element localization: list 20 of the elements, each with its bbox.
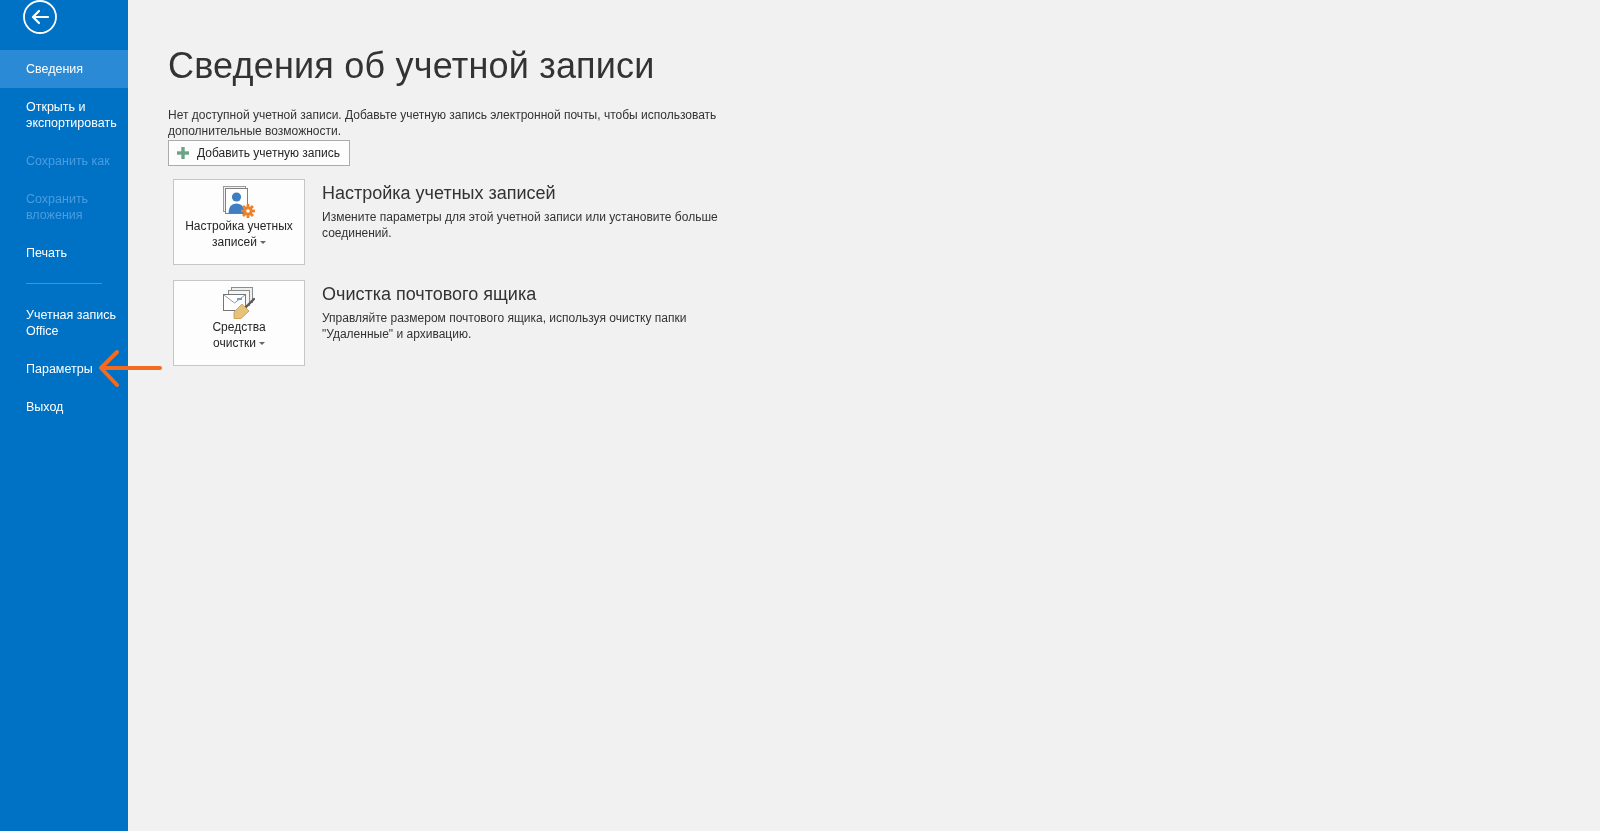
nav-item[interactable]: Учетная запись Office [0, 296, 128, 350]
section-description: Измените параметры для этой учетной записи или установите больше соединений. [322, 209, 719, 241]
person-gear-icon [223, 186, 255, 218]
section-description: Управляйте размером почтового ящика, используя очистку папки "Удаленные" и архивацию. [322, 310, 688, 342]
nav-item[interactable]: Сведения [0, 50, 128, 88]
account-settings-button[interactable]: Настройка учетных записей [173, 179, 305, 265]
nav-item[interactable]: Выход [0, 388, 128, 426]
add-account-button[interactable]: Добавить учетную запись [168, 140, 350, 166]
back-button[interactable] [23, 0, 57, 34]
plus-icon [177, 147, 189, 159]
notice-text: Нет доступной учетной записи. Добавьте учетную запись электронной почты, чтобы использовать дополнительные возможности. [168, 107, 718, 139]
envelope-broom-icon [223, 287, 255, 319]
nav-item[interactable]: Открыть и экспортировать [0, 88, 128, 142]
nav-item[interactable]: Параметры [0, 350, 128, 388]
section-heading: Настройка учетных записей [322, 182, 557, 204]
page-title: Сведения об учетной записи [168, 44, 656, 88]
section-heading: Очистка почтового ящика [322, 283, 538, 305]
nav-item[interactable]: Печать [0, 234, 128, 272]
annotation-arrow [96, 348, 164, 390]
cleanup-tools-button[interactable]: Средства очистки [173, 280, 305, 366]
